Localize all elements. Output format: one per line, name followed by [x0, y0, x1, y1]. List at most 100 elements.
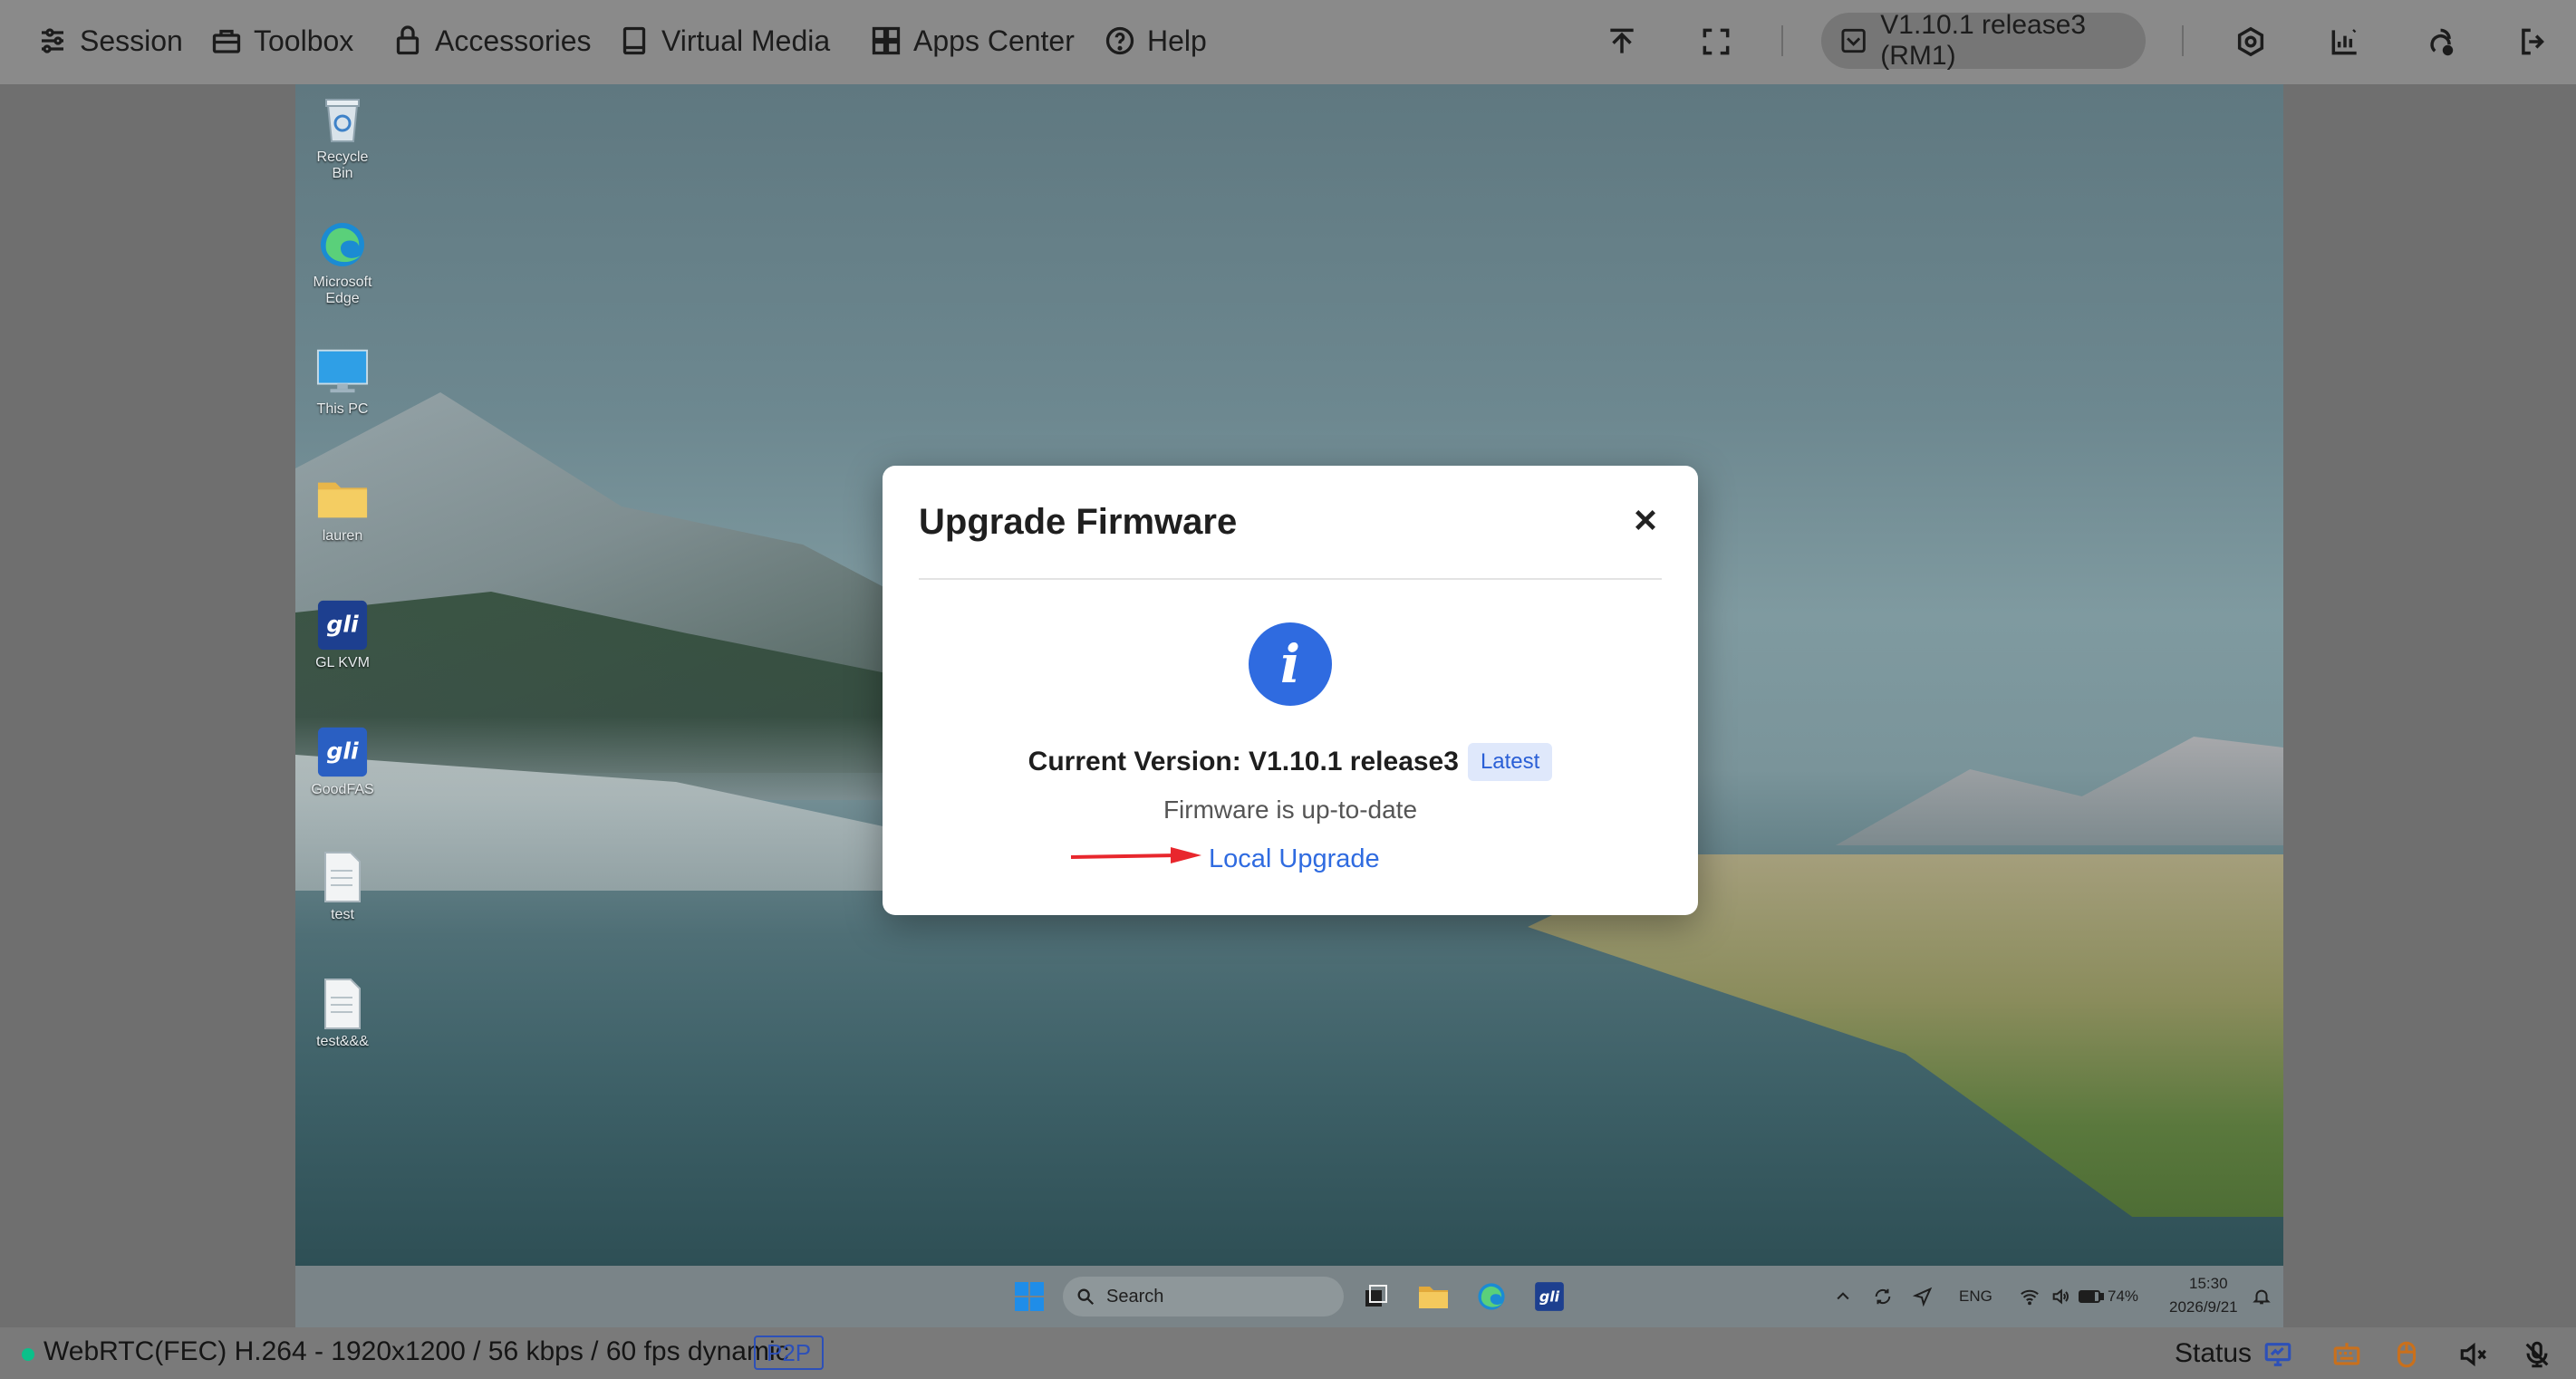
- taskbar-edge[interactable]: [1473, 1278, 1510, 1315]
- stats-button[interactable]: [2325, 22, 2365, 62]
- taskbar-glinet[interactable]: gli: [1531, 1278, 1568, 1315]
- cloud-icon: [2430, 28, 2454, 56]
- status-mute-button[interactable]: [2455, 1336, 2492, 1373]
- wifi-icon: [2021, 1289, 2039, 1306]
- toolbox-icon: [212, 29, 241, 53]
- tray-location-button[interactable]: [1905, 1278, 1941, 1315]
- desktop-icon-label: GoodFAS: [311, 782, 374, 797]
- windows-logo-icon: [1015, 1282, 1044, 1311]
- location-icon: [1913, 1287, 1933, 1307]
- fullscreen-icon: [1703, 28, 1730, 55]
- help-icon: [1105, 26, 1134, 55]
- mouse-icon: [2397, 1341, 2417, 1368]
- windows-taskbar: Search gli ENG 74% 15:30 2026/9/21: [295, 1266, 2283, 1327]
- fullscreen-button[interactable]: [1696, 22, 1736, 62]
- desktop-icon-folder[interactable]: lauren: [306, 472, 379, 545]
- virtual-media-icon: [622, 26, 646, 55]
- desktop-icon-goodfas[interactable]: gli GoodFAS: [306, 726, 379, 798]
- desktop-icon-test[interactable]: test: [306, 851, 379, 923]
- toolbar-toolbox[interactable]: Toolbox: [210, 20, 353, 62]
- status-display-button[interactable]: [2260, 1336, 2296, 1373]
- toolbar-toolbox-label: Toolbox: [254, 24, 354, 57]
- tray-language[interactable]: ENG: [1959, 1287, 1992, 1306]
- svg-text:gli: gli: [326, 738, 359, 765]
- svg-text:gli: gli: [1539, 1288, 1560, 1306]
- status-keyboard-button[interactable]: [2329, 1336, 2365, 1373]
- chart-icon: [2331, 29, 2357, 55]
- monitor-icon: [2264, 1343, 2291, 1366]
- document-icon: [316, 978, 369, 1030]
- tray-battery-button[interactable]: [2073, 1278, 2109, 1315]
- desktop-icon-test2[interactable]: test&&&: [306, 978, 379, 1050]
- toolbar-help[interactable]: Help: [1104, 20, 1207, 62]
- upload-button[interactable]: [1602, 22, 1642, 62]
- local-upgrade-link[interactable]: Local Upgrade: [1209, 844, 1380, 874]
- desktop-icon-recycle-bin[interactable]: Recycle Bin: [306, 93, 379, 182]
- edge-icon: [1478, 1283, 1505, 1310]
- logout-button[interactable]: [2513, 22, 2553, 62]
- folder-icon: [1419, 1287, 1448, 1308]
- taskbar-search-placeholder: Search: [1106, 1286, 1164, 1307]
- tray-notifications-button[interactable]: [2243, 1278, 2280, 1315]
- toolbar-accessories-label: Accessories: [435, 24, 592, 57]
- logout-icon: [2522, 28, 2544, 55]
- toolbar-virtual-media[interactable]: Virtual Media: [618, 20, 830, 62]
- current-version-row: Current Version: V1.10.1 release3 Latest: [883, 743, 1698, 781]
- desktop-icon-label: Recycle Bin: [316, 149, 369, 181]
- tray-time[interactable]: 15:30: [2189, 1275, 2228, 1293]
- tray-battery-percent: 74%: [2108, 1287, 2139, 1305]
- toolbar-session-label: Session: [80, 24, 183, 57]
- volume-icon: [2052, 1288, 2069, 1305]
- microphone-muted-icon: [2525, 1341, 2549, 1368]
- info-icon: i: [1249, 622, 1332, 706]
- status-mouse-button[interactable]: [2388, 1336, 2425, 1373]
- desktop-icon-label: Microsoft Edge: [313, 275, 372, 306]
- toolbar-apps-center[interactable]: Apps Center: [870, 20, 1075, 62]
- folder-icon: [316, 472, 369, 525]
- glinet-icon: gli: [1535, 1282, 1564, 1311]
- gear-icon: [2237, 26, 2264, 57]
- bell-icon: [2253, 1289, 2271, 1305]
- tray-chevron-button[interactable]: [1825, 1278, 1861, 1315]
- toolbar-divider: [2182, 25, 2184, 56]
- close-icon: [1635, 510, 1655, 530]
- taskbar-task-view[interactable]: [1357, 1278, 1394, 1315]
- red-arrow-annotation: [1070, 847, 1201, 863]
- windows-start-button[interactable]: [1011, 1278, 1047, 1315]
- firmware-version-label: V1.10.1 release3 (RM1): [1880, 10, 2087, 71]
- settings-button[interactable]: [2231, 22, 2271, 62]
- session-icon: [42, 28, 63, 53]
- upgrade-firmware-dialog: Upgrade Firmware i Current Version: V1.1…: [883, 466, 1698, 915]
- desktop-icon-label: lauren: [322, 528, 363, 544]
- keyboard-icon: [2333, 1343, 2360, 1365]
- search-icon: [1077, 1288, 1095, 1306]
- tray-sync-icon-button[interactable]: [1865, 1278, 1901, 1315]
- svg-text:gli: gli: [326, 612, 359, 638]
- recycle-bin-icon: [316, 93, 369, 146]
- desktop-icon-this-pc[interactable]: This PC: [306, 345, 379, 418]
- monitor-icon: [316, 345, 369, 398]
- battery-icon: [2079, 1290, 2104, 1303]
- latest-badge: Latest: [1467, 743, 1553, 781]
- dialog-close-button[interactable]: [1627, 502, 1664, 538]
- toolbar-accessories[interactable]: Accessories: [391, 20, 592, 62]
- desktop-icon-edge[interactable]: Microsoft Edge: [306, 218, 379, 307]
- toolbar-help-label: Help: [1147, 24, 1207, 57]
- cloud-button[interactable]: [2419, 22, 2459, 62]
- wallpaper-far-mountain: [1836, 737, 2283, 845]
- taskbar-search-box[interactable]: Search: [1063, 1277, 1344, 1316]
- glinet-icon: gli: [316, 599, 369, 651]
- status-label[interactable]: Status: [2175, 1338, 2252, 1369]
- status-microphone-button[interactable]: [2519, 1336, 2555, 1373]
- taskbar-file-explorer[interactable]: [1415, 1278, 1452, 1315]
- desktop-icon-label: test: [331, 907, 354, 922]
- firmware-version-button[interactable]: V1.10.1 release3 (RM1): [1821, 10, 2146, 71]
- lock-icon: [396, 25, 420, 55]
- p2p-badge: P2P: [754, 1336, 825, 1370]
- dialog-title: Upgrade Firmware: [919, 502, 1238, 542]
- desktop-icon-gl-kvm[interactable]: gli GL KVM: [306, 599, 379, 671]
- speaker-muted-icon: [2460, 1342, 2486, 1367]
- desktop-icon-label: This PC: [316, 401, 369, 417]
- tray-date[interactable]: 2026/9/21: [2169, 1298, 2238, 1316]
- toolbar-session[interactable]: Session: [36, 20, 183, 62]
